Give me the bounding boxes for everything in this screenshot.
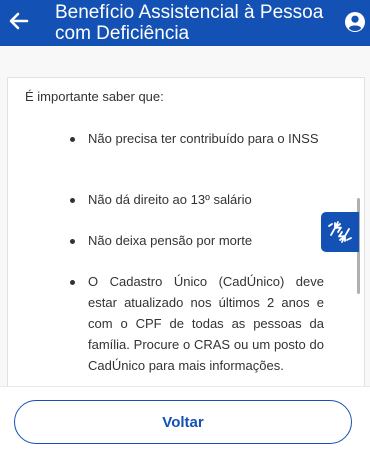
arrow-left-icon <box>9 12 29 30</box>
sign-language-hands-icon <box>328 221 352 243</box>
app-header: Benefício Assistencial à Pessoa com Defi… <box>0 0 370 46</box>
info-card: É importante saber que: Não precisa ter … <box>7 77 365 387</box>
list-item: Não precisa ter contribuído para o INSS <box>88 131 319 146</box>
bullet <box>70 280 75 285</box>
user-circle-icon <box>345 12 365 32</box>
bullet <box>70 137 75 142</box>
bullet <box>70 239 75 244</box>
sign-language-button[interactable] <box>321 212 359 252</box>
page-title: Benefício Assistencial à Pessoa com Defi… <box>55 2 324 44</box>
bullet <box>70 198 75 203</box>
list-item: O Cadastro Único (CadÚnico) deve estar a… <box>88 274 324 373</box>
list-item: Não dá direito ao 13º salário <box>88 192 252 207</box>
content-area: É importante saber que: Não precisa ter … <box>0 46 370 387</box>
user-account-button[interactable] <box>344 11 366 33</box>
voltar-button[interactable]: Voltar <box>14 400 352 444</box>
footer: Voltar <box>0 386 370 461</box>
list-item: Não deixa pensão por morte <box>88 233 253 248</box>
back-button[interactable] <box>6 8 32 34</box>
intro-text: É importante saber que: <box>25 89 164 104</box>
